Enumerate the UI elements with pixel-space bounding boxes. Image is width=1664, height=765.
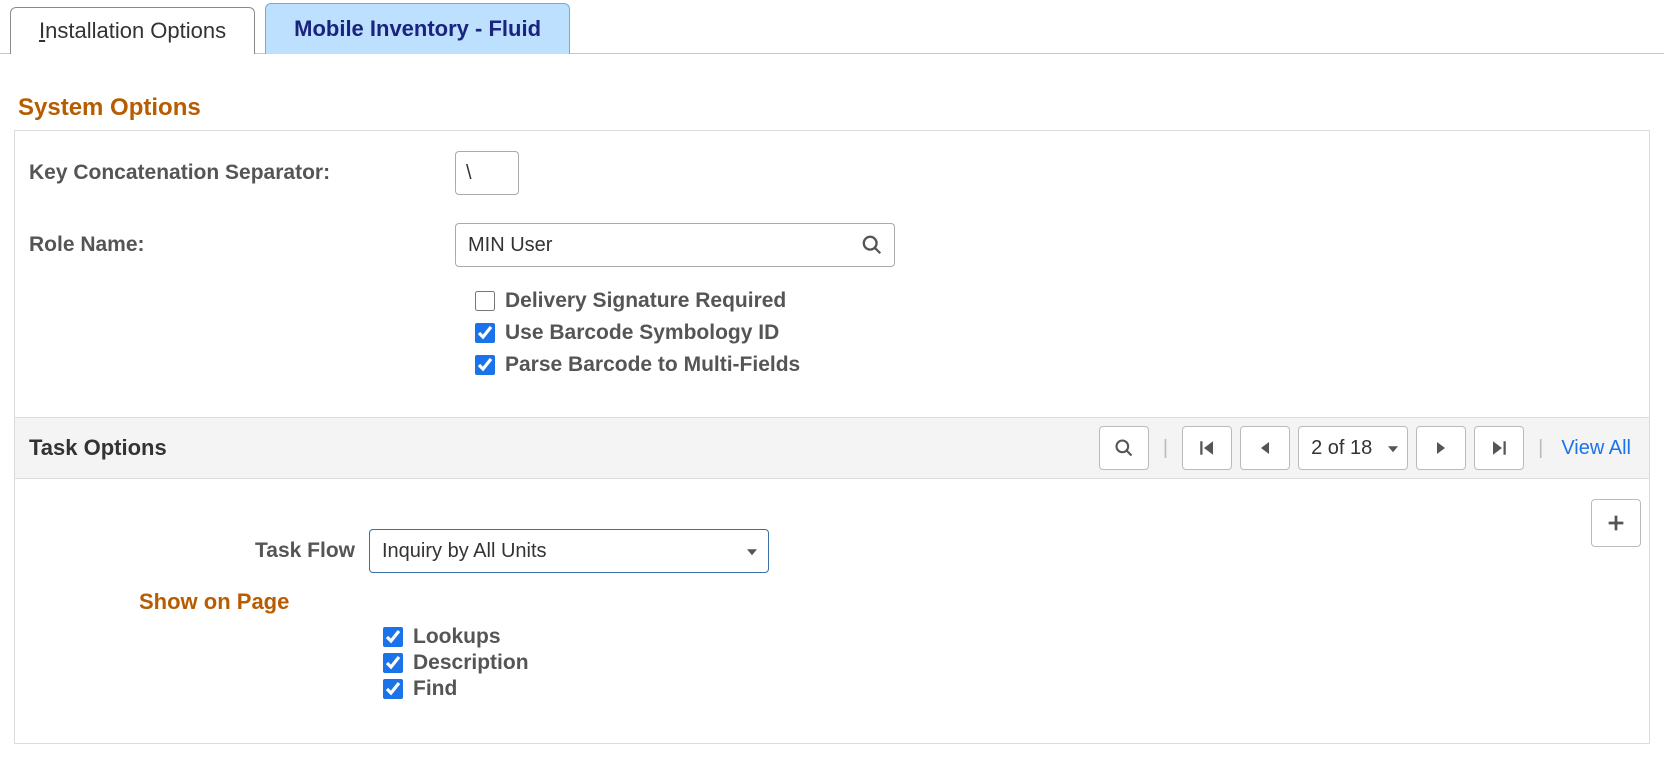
label-parse-barcode: Parse Barcode to Multi-Fields [505,353,800,377]
system-options-checkboxes: Delivery Signature Required Use Barcode … [475,289,1649,377]
task-options-find-button[interactable] [1099,426,1149,470]
row-parse-barcode[interactable]: Parse Barcode to Multi-Fields [475,353,1649,377]
tab-installation-rest: nstallation Options [45,18,226,43]
label-delivery-signature: Delivery Signature Required [505,289,786,313]
checkbox-parse-barcode[interactable] [475,355,495,375]
show-on-page-heading: Show on Page [139,589,1635,615]
chevron-left-icon [1257,440,1273,456]
input-key-separator[interactable] [455,151,519,195]
last-page-button[interactable] [1474,426,1524,470]
view-all-link[interactable]: View All [1561,437,1631,460]
prev-page-button[interactable] [1240,426,1290,470]
row-lookups[interactable]: Lookups [383,625,1635,649]
last-page-icon [1490,439,1508,457]
task-options-body: Task Flow Inquiry by All Units Show on P… [15,479,1649,743]
label-barcode-symbology: Use Barcode Symbology ID [505,321,779,345]
search-icon [1114,438,1134,458]
tab-installation-options[interactable]: Installation Options [10,7,255,54]
checkbox-description[interactable] [383,653,403,673]
task-flow-select-wrap: Inquiry by All Units [369,529,769,573]
label-description: Description [413,651,529,675]
plus-icon [1605,512,1627,534]
search-icon [861,234,883,256]
checkbox-lookups[interactable] [383,627,403,647]
label-task-flow: Task Flow [29,539,369,563]
input-role-name[interactable] [455,223,895,267]
label-find: Find [413,677,457,701]
label-role-name: Role Name: [15,233,455,257]
label-lookups: Lookups [413,625,501,649]
tab-mobile-label: Mobile Inventory - Fluid [294,16,541,41]
tab-bar: Installation Options Mobile Inventory - … [0,0,1664,54]
chevron-right-icon [1433,440,1449,456]
tab-mobile-inventory-fluid[interactable]: Mobile Inventory - Fluid [265,3,570,54]
first-page-icon [1198,439,1216,457]
task-options-controls: | 2 of 18 [1099,426,1635,470]
task-options-title: Task Options [29,435,167,461]
row-delivery-signature[interactable]: Delivery Signature Required [475,289,1649,313]
next-page-button[interactable] [1416,426,1466,470]
row-task-flow: Task Flow Inquiry by All Units [29,529,1635,573]
row-description[interactable]: Description [383,651,1635,675]
row-find[interactable]: Find [383,677,1635,701]
system-options-box: Key Concatenation Separator: Role Name: … [14,130,1650,744]
checkbox-find[interactable] [383,679,403,699]
label-key-separator: Key Concatenation Separator: [15,161,455,185]
first-page-button[interactable] [1182,426,1232,470]
show-on-page-checkboxes: Lookups Description Find [383,625,1635,701]
separator: | [1157,437,1174,460]
checkbox-delivery-signature[interactable] [475,291,495,311]
system-options-heading: System Options [18,94,1664,122]
add-row-button[interactable] [1591,499,1641,547]
checkbox-barcode-symbology[interactable] [475,323,495,343]
role-name-lookup-icon[interactable] [861,234,883,256]
task-flow-select[interactable]: Inquiry by All Units [369,529,769,573]
separator: | [1532,437,1549,460]
row-key-separator: Key Concatenation Separator: [15,151,1649,195]
row-barcode-symbology[interactable]: Use Barcode Symbology ID [475,321,1649,345]
task-options-bar: Task Options | [15,417,1649,479]
page-select-wrap: 2 of 18 [1298,426,1408,470]
page-select[interactable]: 2 of 18 [1298,426,1408,470]
row-role-name: Role Name: [15,223,1649,267]
